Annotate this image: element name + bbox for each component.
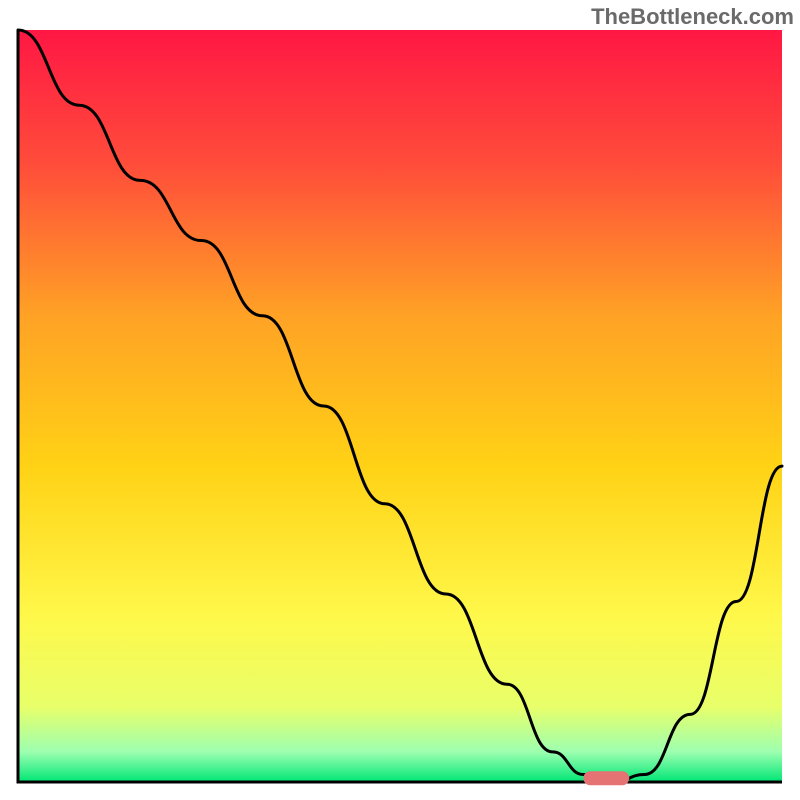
optimal-marker <box>583 771 629 785</box>
chart-svg <box>0 0 800 800</box>
plot-area <box>18 30 782 782</box>
chart-container: TheBottleneck.com <box>0 0 800 800</box>
watermark-text: TheBottleneck.com <box>591 4 794 30</box>
